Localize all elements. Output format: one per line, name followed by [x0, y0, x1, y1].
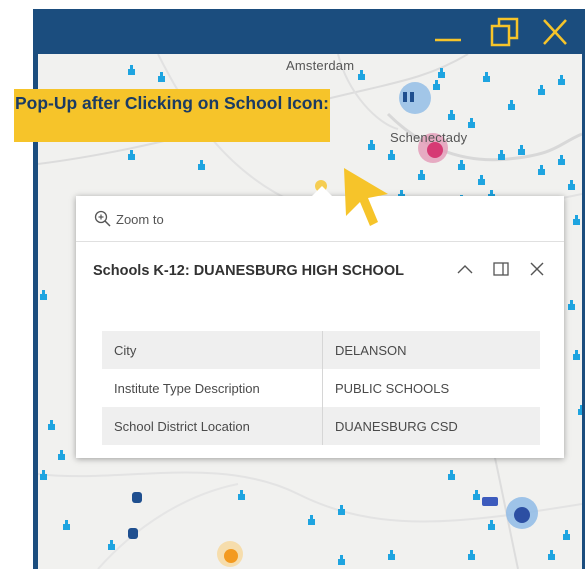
popup-header: Zoom to	[76, 196, 564, 242]
school-marker	[573, 354, 580, 360]
school-marker	[483, 76, 490, 82]
school-marker	[308, 519, 315, 525]
school-marker	[563, 534, 570, 540]
school-marker	[558, 159, 565, 165]
school-marker	[368, 144, 375, 150]
restore-icon[interactable]	[488, 15, 522, 49]
school-marker	[63, 524, 70, 530]
school-marker	[128, 69, 135, 75]
popup-actions	[454, 258, 548, 280]
place-label-schenectady: Schenectady	[390, 130, 468, 145]
minimize-icon[interactable]	[431, 15, 465, 49]
school-marker	[478, 179, 485, 185]
feature-popup: Zoom to Schools K-12: DUANESBURG HIGH SC…	[76, 186, 564, 458]
attribute-key: Institute Type Description	[102, 369, 323, 407]
school-marker	[468, 122, 475, 128]
school-marker	[358, 74, 365, 80]
school-marker	[128, 154, 135, 160]
school-marker	[468, 554, 475, 560]
school-marker	[40, 474, 47, 480]
school-marker	[573, 219, 580, 225]
school-marker	[508, 104, 515, 110]
school-marker	[568, 184, 575, 190]
school-marker	[438, 72, 445, 78]
school-marker	[538, 169, 545, 175]
school-marker	[548, 554, 555, 560]
close-icon[interactable]	[526, 258, 548, 280]
collapse-icon[interactable]	[454, 258, 476, 280]
school-marker	[158, 76, 165, 82]
school-marker	[448, 474, 455, 480]
attribute-key: City	[102, 331, 323, 369]
school-marker	[433, 84, 440, 90]
cursor-icon	[344, 168, 388, 226]
school-marker	[448, 114, 455, 120]
school-marker	[458, 164, 465, 170]
school-marker	[40, 294, 47, 300]
attribute-value: PUBLIC SCHOOLS	[335, 380, 450, 396]
cluster-marker	[224, 549, 238, 563]
zoom-to-button[interactable]: Zoom to	[94, 208, 164, 230]
school-marker	[338, 509, 345, 515]
school-marker	[388, 154, 395, 160]
school-marker	[338, 559, 345, 565]
zoom-in-icon	[94, 210, 111, 227]
popup-pointer	[312, 186, 332, 196]
school-marker	[488, 524, 495, 530]
school-marker	[482, 497, 498, 506]
place-label-amsterdam: Amsterdam	[286, 58, 355, 73]
title-bar	[33, 9, 585, 53]
school-marker	[418, 174, 425, 180]
popup-title: Schools K-12: DUANESBURG HIGH SCHOOL	[93, 263, 404, 279]
school-marker	[198, 164, 205, 170]
attribute-row: Institute Type Description PUBLIC SCHOOL…	[102, 369, 540, 407]
school-marker	[498, 154, 505, 160]
cluster-marker	[514, 507, 530, 523]
school-marker	[538, 89, 545, 95]
school-marker	[578, 409, 582, 415]
attribute-key: School District Location	[102, 407, 323, 445]
school-marker	[108, 544, 115, 550]
school-marker	[48, 424, 55, 430]
dock-icon[interactable]	[490, 258, 512, 280]
close-icon[interactable]	[538, 15, 572, 49]
school-marker	[568, 304, 575, 310]
attribute-table: City DELANSON Institute Type Description…	[102, 331, 540, 445]
zoom-to-label: Zoom to	[116, 211, 164, 227]
school-marker	[58, 454, 65, 460]
school-marker	[238, 494, 245, 500]
annotation-callout: Pop-Up after Clicking on School Icon:	[14, 89, 330, 142]
attribute-value: DUANESBURG CSD	[322, 407, 540, 445]
attribute-value: DELANSON	[322, 331, 540, 369]
school-marker	[388, 554, 395, 560]
school-marker	[473, 494, 480, 500]
school-marker	[518, 149, 525, 155]
attribute-row: School District Location DUANESBURG CSD	[102, 407, 540, 445]
attribute-row: City DELANSON	[102, 331, 540, 369]
school-marker	[558, 79, 565, 85]
